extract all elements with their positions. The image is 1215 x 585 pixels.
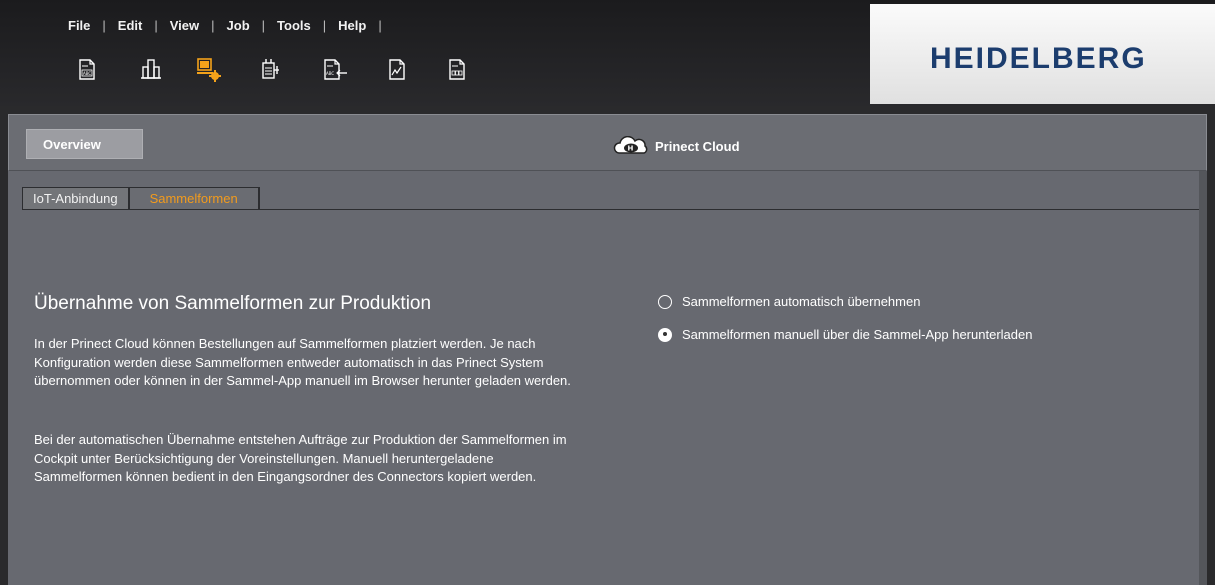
menu-edit[interactable]: Edit — [118, 18, 143, 33]
tab-sammelformen[interactable]: Sammelformen — [128, 187, 260, 209]
overview-button[interactable]: Overview — [26, 129, 143, 159]
menu-tools[interactable]: Tools — [277, 18, 311, 33]
cloud-h-icon: H — [613, 136, 648, 154]
menu-file[interactable]: File — [68, 18, 90, 33]
option-manual[interactable]: Sammelformen manuell über die Sammel-App… — [658, 327, 1032, 342]
menu-job[interactable]: Job — [227, 18, 250, 33]
building-icon[interactable] — [140, 57, 161, 81]
document-grid-icon[interactable] — [448, 57, 466, 81]
tab-bar: IoT-Anbindung Sammelformen — [22, 187, 260, 209]
radio-manual[interactable] — [658, 327, 672, 342]
menu-separator: | — [322, 18, 327, 33]
panel-right-edge — [1199, 171, 1207, 585]
menu-separator: | — [154, 18, 158, 33]
option-manual-label: Sammelformen manuell über die Sammel-App… — [682, 327, 1033, 342]
document-chart-icon[interactable] — [388, 57, 406, 81]
tab-divider — [22, 209, 1200, 210]
svg-text:ABC: ABC — [83, 71, 91, 76]
computer-gear-icon[interactable] — [196, 57, 221, 82]
svg-text:ABC: ABC — [326, 71, 334, 76]
radio-automatic[interactable] — [658, 294, 672, 309]
option-automatic-label: Sammelformen automatisch übernehmen — [682, 294, 921, 309]
main-panel: Overview H Prinect Cloud IoT-Anbindung S… — [8, 114, 1207, 585]
menu-separator: | — [102, 18, 106, 33]
app-header: File | Edit | View | Job | Tools | Help … — [0, 0, 1215, 106]
top-band: Overview H Prinect Cloud — [8, 114, 1207, 171]
prinect-cloud-label: Prinect Cloud — [655, 138, 740, 154]
document-plug-icon[interactable] — [260, 57, 279, 81]
menu-help[interactable]: Help — [338, 18, 366, 33]
option-automatic[interactable]: Sammelformen automatisch übernehmen — [658, 294, 920, 309]
document-abc-icon[interactable]: ABC — [78, 57, 96, 81]
document-abc-arrow-icon[interactable]: ABC — [323, 57, 347, 81]
content-title: Übernahme von Sammelformen zur Produktio… — [34, 293, 432, 314]
menu-view[interactable]: View — [170, 18, 199, 33]
brand-logo-area: HEIDELBERG — [870, 4, 1215, 104]
brand-logo: HEIDELBERG — [930, 42, 1147, 75]
menu-separator: | — [211, 18, 215, 33]
description-paragraph-2: Bei der automatischen Übernahme entstehe… — [34, 432, 567, 484]
svg-text:H: H — [628, 145, 634, 153]
description-paragraph-1: In der Prinect Cloud können Bestellungen… — [34, 336, 571, 388]
menu-bar: File | Edit | View | Job | Tools | Help … — [68, 18, 394, 33]
prinect-cloud-title: H Prinect Cloud — [612, 136, 740, 156]
tab-iot-anbindung[interactable]: IoT-Anbindung — [22, 187, 129, 209]
menu-separator: | — [378, 18, 382, 33]
menu-separator: | — [261, 18, 266, 33]
